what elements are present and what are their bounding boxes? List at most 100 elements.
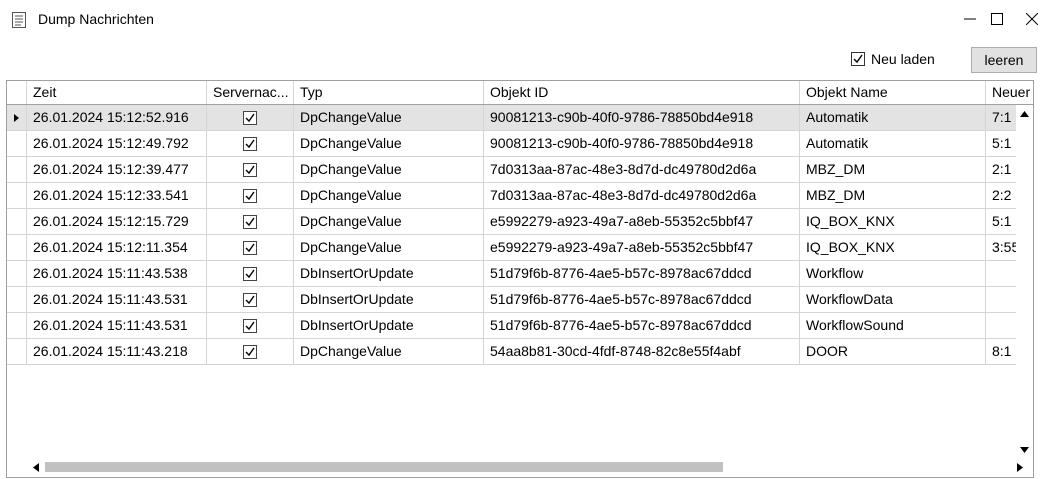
column-header-typ[interactable]: Typ <box>294 81 484 104</box>
cell-objekt-name[interactable]: DOOR <box>800 339 986 364</box>
maximize-button[interactable] <box>977 4 1017 34</box>
cell-objekt-id[interactable]: 54aa8b81-30cd-4fdf-8748-82c8e55f4abf <box>484 339 800 364</box>
cell-objekt-name[interactable]: Automatik <box>800 105 986 130</box>
column-header-neuer[interactable]: Neuer <box>986 81 1033 104</box>
table-row[interactable]: 26.01.2024 15:12:49.792 DpChangeValue 9008… <box>7 131 1033 157</box>
server-checkbox[interactable] <box>243 214 257 229</box>
scroll-down-icon[interactable] <box>1020 447 1029 453</box>
server-checkbox[interactable] <box>243 240 257 255</box>
row-header[interactable] <box>7 287 27 312</box>
cell-zeit[interactable]: 26.01.2024 15:12:52.916 <box>27 105 207 130</box>
cell-objekt-id[interactable]: 90081213-c90b-40f0-9786-78850bd4e918 <box>484 131 800 156</box>
table-row[interactable]: 26.01.2024 15:12:52.916 DpChangeValue 9008… <box>7 105 1033 131</box>
cell-zeit[interactable]: 26.01.2024 15:12:33.541 <box>27 183 207 208</box>
table-row[interactable]: 26.01.2024 15:12:11.354 DpChangeValue e599… <box>7 235 1033 261</box>
cell-zeit[interactable]: 26.01.2024 15:12:11.354 <box>27 235 207 260</box>
table-row[interactable]: 26.01.2024 15:12:33.541 DpChangeValue 7d03… <box>7 183 1033 209</box>
cell-servernachricht[interactable] <box>207 313 294 338</box>
close-icon <box>1026 13 1038 25</box>
cell-objekt-id[interactable]: e5992279-a923-49a7-a8eb-55352c5bbf47 <box>484 209 800 234</box>
cell-servernachricht[interactable] <box>207 131 294 156</box>
cell-servernachricht[interactable] <box>207 209 294 234</box>
cell-servernachricht[interactable] <box>207 287 294 312</box>
cell-typ[interactable]: DpChangeValue <box>294 183 484 208</box>
cell-objekt-name[interactable]: Automatik <box>800 131 986 156</box>
message-grid[interactable]: Zeit Servernac... Typ Objekt ID Objekt N… <box>6 80 1034 478</box>
table-row[interactable]: 26.01.2024 15:11:43.218 DpChangeValue 54aa… <box>7 339 1033 365</box>
cell-zeit[interactable]: 26.01.2024 15:12:15.729 <box>27 209 207 234</box>
column-header-zeit[interactable]: Zeit <box>27 81 207 104</box>
cell-typ[interactable]: DbInsertOrUpdate <box>294 261 484 286</box>
cell-objekt-name[interactable]: WorkflowSound <box>800 313 986 338</box>
cell-servernachricht[interactable] <box>207 105 294 130</box>
server-checkbox[interactable] <box>243 266 257 281</box>
horizontal-scrollbar[interactable] <box>7 456 1033 477</box>
cell-typ[interactable]: DpChangeValue <box>294 131 484 156</box>
cell-typ[interactable]: DpChangeValue <box>294 157 484 182</box>
column-header-servernachricht[interactable]: Servernac... <box>207 81 294 104</box>
cell-zeit[interactable]: 26.01.2024 15:11:43.538 <box>27 261 207 286</box>
cell-objekt-name[interactable]: IQ_BOX_KNX <box>800 235 986 260</box>
cell-typ[interactable]: DbInsertOrUpdate <box>294 287 484 312</box>
cell-objekt-id[interactable]: 51d79f6b-8776-4ae5-b57c-8978ac67ddcd <box>484 261 800 286</box>
cell-objekt-id[interactable]: 7d0313aa-87ac-48e3-8d7d-dc49780d2d6a <box>484 183 800 208</box>
cell-objekt-name[interactable]: IQ_BOX_KNX <box>800 209 986 234</box>
cell-zeit[interactable]: 26.01.2024 15:11:43.218 <box>27 339 207 364</box>
cell-servernachricht[interactable] <box>207 157 294 182</box>
reload-checkbox-box[interactable] <box>851 52 865 66</box>
cell-typ[interactable]: DpChangeValue <box>294 105 484 130</box>
table-row[interactable]: 26.01.2024 15:11:43.531 DbInsertOrUpdate 5… <box>7 287 1033 313</box>
server-checkbox[interactable] <box>243 344 257 359</box>
cell-servernachricht[interactable] <box>207 261 294 286</box>
cell-objekt-id[interactable]: 51d79f6b-8776-4ae5-b57c-8978ac67ddcd <box>484 287 800 312</box>
server-checkbox[interactable] <box>243 188 257 203</box>
cell-zeit[interactable]: 26.01.2024 15:12:49.792 <box>27 131 207 156</box>
server-checkbox[interactable] <box>243 136 257 151</box>
cell-servernachricht[interactable] <box>207 183 294 208</box>
server-checkbox[interactable] <box>243 110 257 125</box>
cell-typ[interactable]: DbInsertOrUpdate <box>294 313 484 338</box>
reload-checkbox[interactable]: Neu laden <box>851 51 935 67</box>
cell-objekt-name[interactable]: MBZ_DM <box>800 157 986 182</box>
column-header-objekt-name[interactable]: Objekt Name <box>800 81 986 104</box>
column-header-objekt-id[interactable]: Objekt ID <box>484 81 800 104</box>
cell-objekt-name[interactable]: MBZ_DM <box>800 183 986 208</box>
row-header[interactable] <box>7 339 27 364</box>
row-header[interactable] <box>7 313 27 338</box>
scroll-up-icon[interactable] <box>1020 111 1029 117</box>
row-header[interactable] <box>7 131 27 156</box>
close-button[interactable] <box>1012 4 1052 34</box>
cell-objekt-id[interactable]: 90081213-c90b-40f0-9786-78850bd4e918 <box>484 105 800 130</box>
cell-zeit[interactable]: 26.01.2024 15:11:43.531 <box>27 287 207 312</box>
cell-objekt-name[interactable]: WorkflowData <box>800 287 986 312</box>
table-row[interactable]: 26.01.2024 15:11:43.531 DbInsertOrUpdate 5… <box>7 313 1033 339</box>
cell-zeit[interactable]: 26.01.2024 15:11:43.531 <box>27 313 207 338</box>
cell-typ[interactable]: DpChangeValue <box>294 209 484 234</box>
table-row[interactable]: 26.01.2024 15:11:43.538 DbInsertOrUpdate 5… <box>7 261 1033 287</box>
cell-typ[interactable]: DpChangeValue <box>294 339 484 364</box>
row-header[interactable] <box>7 209 27 234</box>
cell-typ[interactable]: DpChangeValue <box>294 235 484 260</box>
server-checkbox[interactable] <box>243 162 257 177</box>
row-header[interactable] <box>7 157 27 182</box>
cell-servernachricht[interactable] <box>207 235 294 260</box>
row-header[interactable] <box>7 105 27 130</box>
cell-servernachricht[interactable] <box>207 339 294 364</box>
scroll-right-icon[interactable] <box>1017 463 1023 472</box>
cell-objekt-id[interactable]: 7d0313aa-87ac-48e3-8d7d-dc49780d2d6a <box>484 157 800 182</box>
cell-objekt-name[interactable]: Workflow <box>800 261 986 286</box>
table-row[interactable]: 26.01.2024 15:12:15.729 DpChangeValue e599… <box>7 209 1033 235</box>
vertical-scrollbar[interactable] <box>1016 105 1033 457</box>
server-checkbox[interactable] <box>243 318 257 333</box>
cell-zeit[interactable]: 26.01.2024 15:12:39.477 <box>27 157 207 182</box>
horizontal-scroll-thumb[interactable] <box>45 462 723 472</box>
cell-objekt-id[interactable]: e5992279-a923-49a7-a8eb-55352c5bbf47 <box>484 235 800 260</box>
row-header[interactable] <box>7 183 27 208</box>
cell-objekt-id[interactable]: 51d79f6b-8776-4ae5-b57c-8978ac67ddcd <box>484 313 800 338</box>
row-header[interactable] <box>7 261 27 286</box>
table-row[interactable]: 26.01.2024 15:12:39.477 DpChangeValue 7d03… <box>7 157 1033 183</box>
clear-button[interactable]: leeren <box>971 47 1037 73</box>
server-checkbox[interactable] <box>243 292 257 307</box>
row-header[interactable] <box>7 235 27 260</box>
scroll-left-icon[interactable] <box>33 463 39 472</box>
